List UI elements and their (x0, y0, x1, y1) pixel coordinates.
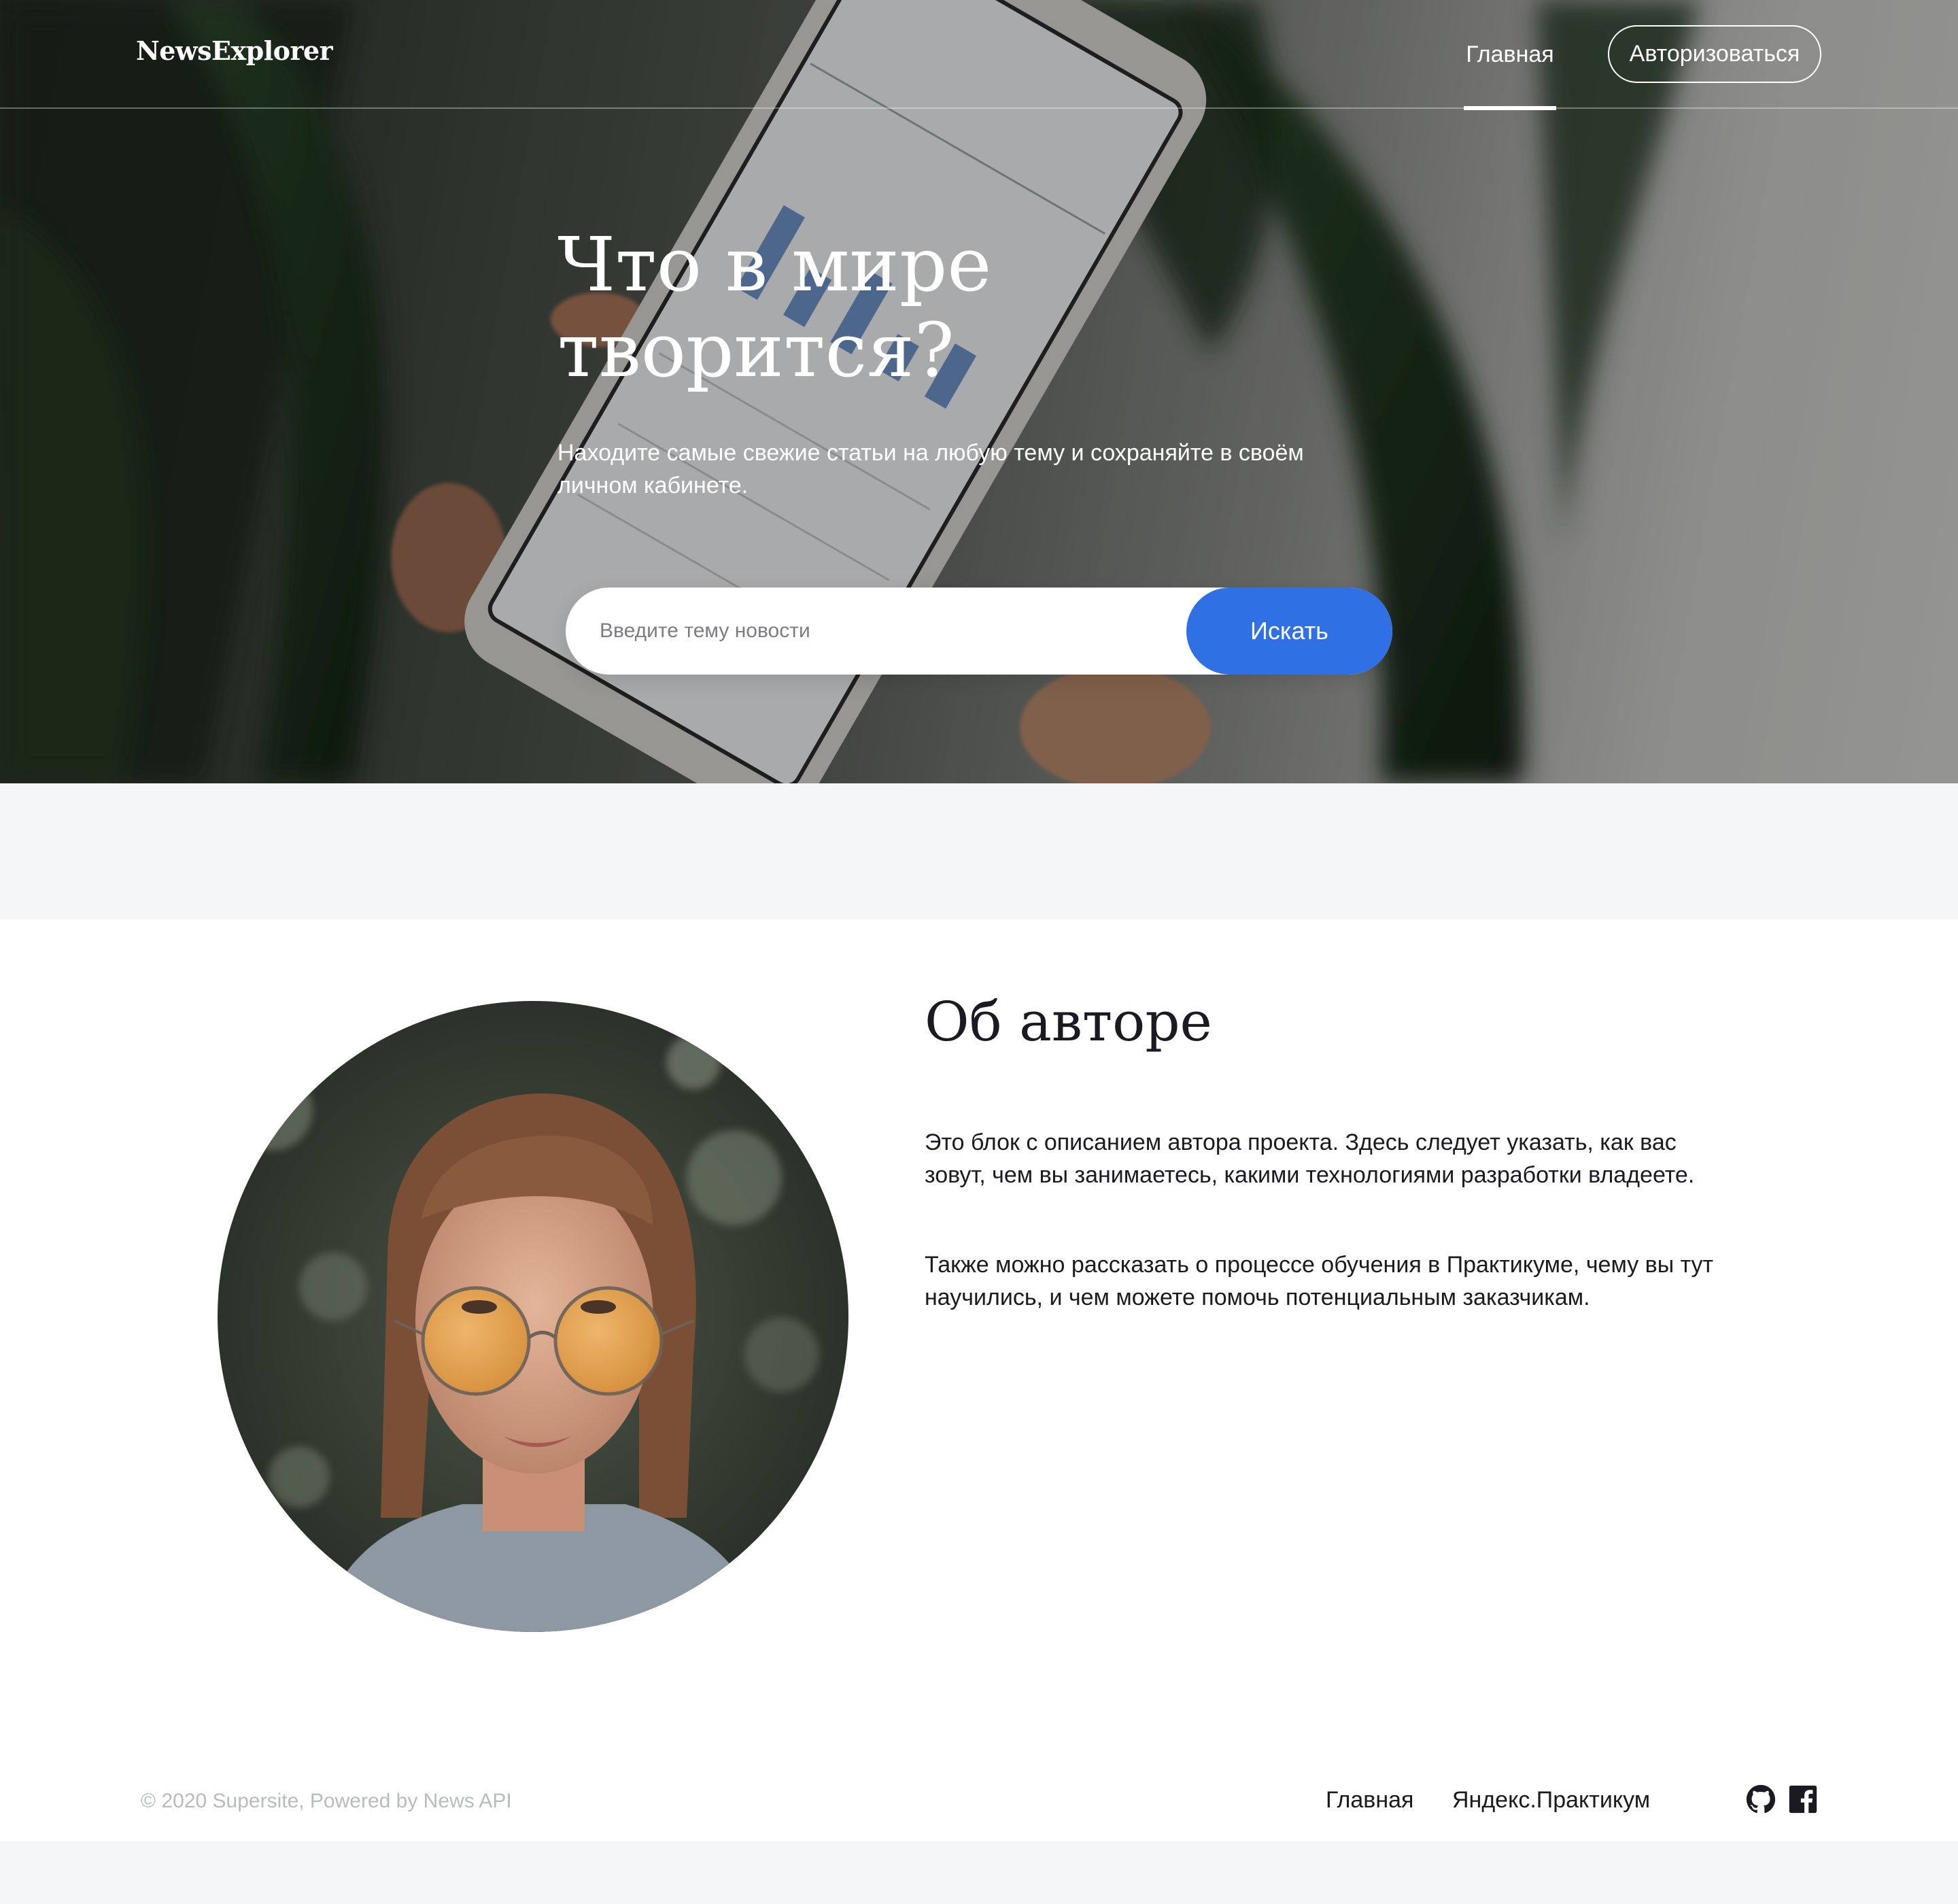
footer-link-practicum[interactable]: Яндекс.Практикум (1452, 1787, 1650, 1814)
about-section: Об авторе Это блок с описанием автора пр… (0, 919, 1958, 1841)
page-bottom (0, 1841, 1958, 1904)
about-title: Об авторе (925, 990, 1212, 1053)
login-button[interactable]: Авторизоваться (1608, 25, 1821, 83)
footer-link-home[interactable]: Главная (1326, 1787, 1413, 1814)
site-header: NewsExplorer Главная Авторизоваться (0, 0, 1958, 110)
site-logo[interactable]: NewsExplorer (136, 35, 333, 66)
hero-title-line2: творится? (557, 307, 955, 394)
github-icon[interactable] (1746, 1784, 1776, 1814)
footer-copyright: © 2020 Supersite, Powered by News API (141, 1790, 512, 1812)
about-paragraph-2: Также можно рассказать о процессе обучен… (925, 1252, 1714, 1310)
hero-title: Что в мире творится? (557, 222, 1441, 393)
author-photo (218, 1001, 848, 1632)
search-button[interactable]: Искать (1186, 588, 1392, 675)
results-placeholder-strip (0, 783, 1958, 919)
hero-title-line1: Что в мире (557, 221, 992, 308)
about-paragraph-1: Это блок с описанием автора проекта. Зде… (925, 1129, 1695, 1188)
hero-section: NewsExplorer Главная Авторизоваться Что … (0, 0, 1958, 783)
hero-subtitle: Находите самые свежие статьи на любую те… (557, 440, 1304, 498)
nav-link-home[interactable]: Главная (1464, 0, 1556, 110)
facebook-icon[interactable] (1788, 1784, 1818, 1814)
author-avatar (218, 1001, 848, 1632)
